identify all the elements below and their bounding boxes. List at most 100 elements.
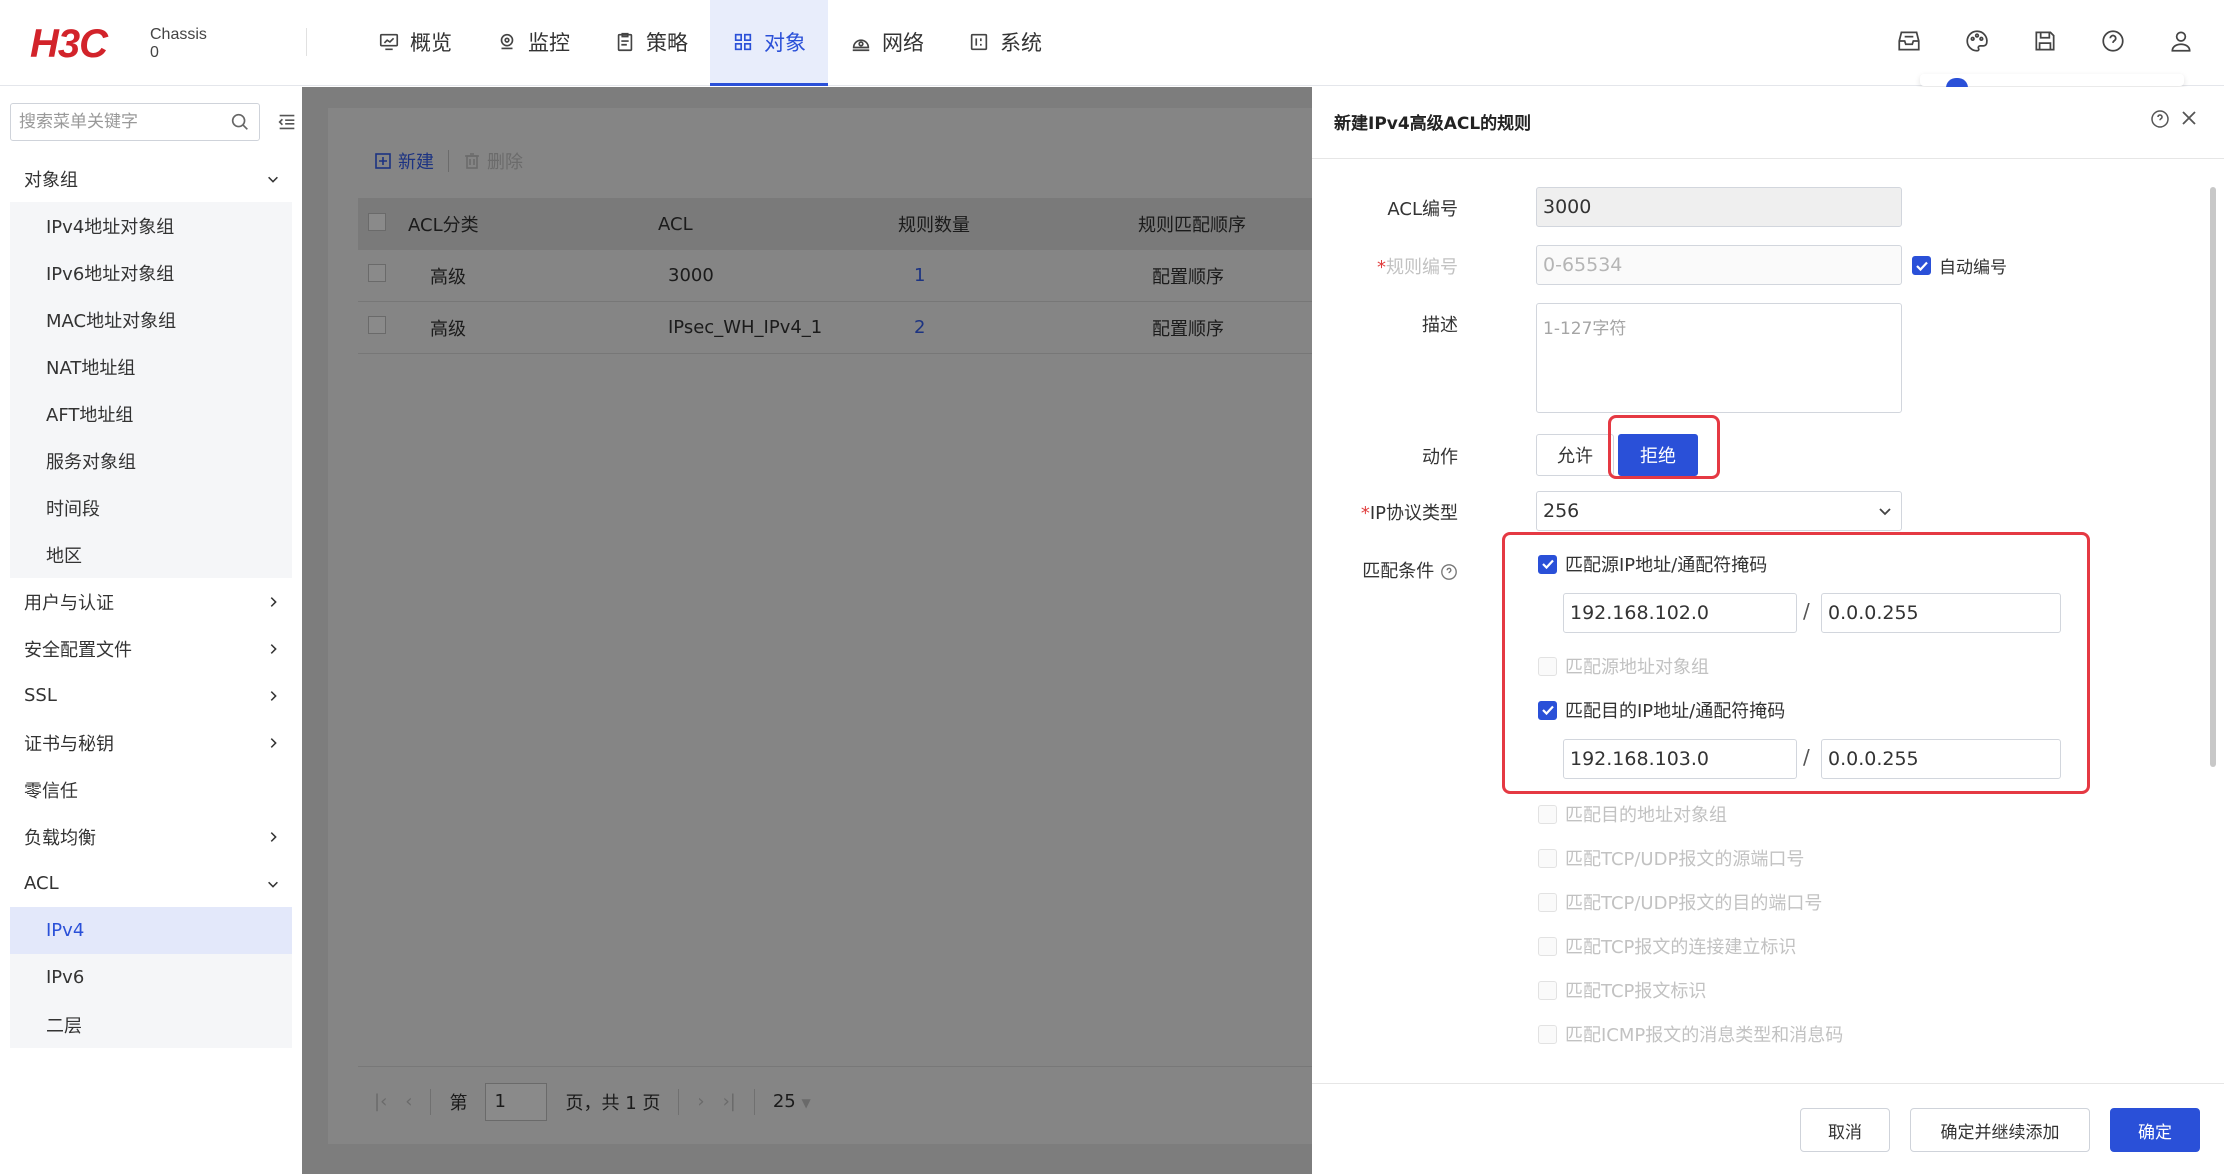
chevron-right-icon [270,831,277,842]
help-circle-icon[interactable] [1440,563,1458,581]
close-icon[interactable] [2180,109,2198,127]
acl-toolbar: 新建 删除 [374,148,523,174]
match-icmp-checkbox[interactable]: 匹配ICMP报文的消息类型和消息码 [1538,1021,1843,1047]
nav-policy[interactable]: 策略 [592,0,710,86]
menu-group-cert-key[interactable]: 证书与秘钥 [10,719,292,766]
nav-system[interactable]: 系统 [946,0,1064,86]
drawer-footer: 取消 确定并继续添加 确定 [1312,1083,2224,1174]
cell-rule-count-link[interactable]: 1 [898,265,1138,286]
chassis-label: Chassis 0 [150,26,207,61]
row-checkbox[interactable] [368,264,386,282]
palette-icon[interactable] [1964,28,1990,54]
new-button[interactable]: 新建 [374,148,434,174]
pager-prefix: 第 [449,1092,468,1114]
menu-item-mac-addr-group[interactable]: MAC地址对象组 [10,296,292,343]
menu-item-service-group[interactable]: 服务对象组 [10,437,292,484]
acl-number-field [1536,187,1902,227]
menu-item-acl-l2[interactable]: 二层 [10,1001,292,1048]
col-acl-type[interactable]: ACL分类 [408,211,658,237]
match-dst-port-checkbox[interactable]: 匹配TCP/UDP报文的目的端口号 [1538,889,1822,915]
nav-object[interactable]: 对象 [710,0,828,86]
prev-page-icon[interactable]: ‹ [405,1091,412,1112]
nav-overview[interactable]: 概览 [356,0,474,86]
protocol-select[interactable]: 256 [1536,491,1902,531]
src-mask-field[interactable] [1821,593,2061,633]
menu-group-user-auth[interactable]: 用户与认证 [10,578,292,625]
first-page-icon[interactable]: |‹ [374,1091,387,1112]
check-icon [1541,705,1554,716]
acl-table: ACL分类 ACL 规则数量 规则匹配顺序 高级 3000 1 配置顺序 高级 … [358,198,1312,354]
nav-network[interactable]: 网络 [828,0,946,86]
auto-number-checkbox[interactable]: 自动编号 [1912,253,2007,278]
action-deny-button[interactable]: 拒绝 [1618,434,1698,476]
pager-divider [430,1088,432,1115]
menu-search-input[interactable] [19,112,229,132]
menu-group-security-profile[interactable]: 安全配置文件 [10,625,292,672]
next-page-icon[interactable]: › [697,1091,704,1112]
confirm-button[interactable]: 确定 [2110,1108,2200,1152]
src-ip-field[interactable] [1563,593,1797,633]
menu-item-region[interactable]: 地区 [10,531,292,578]
select-all-checkbox[interactable] [368,212,386,231]
cell-rule-count-link[interactable]: 2 [898,317,1138,338]
dst-mask-field[interactable] [1821,739,2061,779]
rule-number-field[interactable] [1536,245,1902,285]
match-src-ip-checkbox[interactable]: 匹配源IP地址/通配符掩码 [1538,551,1767,577]
menu-group-load-balance[interactable]: 负载均衡 [10,813,292,860]
protocol-label: *IP协议类型 [1360,503,1458,524]
save-icon[interactable] [2032,28,2058,54]
help-circle-icon[interactable] [2150,109,2170,129]
menu-group-object-group[interactable]: 对象组 [10,155,292,202]
page-number-input[interactable] [485,1082,548,1121]
drawer-scrollbar[interactable] [2210,187,2216,767]
menu-group-acl[interactable]: ACL [10,860,292,907]
match-tcp-established-checkbox[interactable]: 匹配TCP报文的连接建立标识 [1538,933,1796,959]
dst-ip-field[interactable] [1563,739,1797,779]
menu-item-aft-addr-group[interactable]: AFT地址组 [10,390,292,437]
last-page-icon[interactable]: ›| [723,1091,736,1112]
menu-item-time-range[interactable]: 时间段 [10,484,292,531]
delete-button[interactable]: 删除 [463,148,523,174]
menu-group-ssl[interactable]: SSL [10,672,292,719]
description-field[interactable] [1536,303,1902,413]
menu-sub-acl: IPv4 IPv6 二层 [10,907,292,1048]
menu-item-nat-addr-group[interactable]: NAT地址组 [10,343,292,390]
menu-item-acl-ipv4[interactable]: IPv4 [10,907,292,954]
collapse-menu-icon[interactable] [276,111,298,133]
cell-acl-type: 高级 [430,318,466,340]
table-row[interactable]: 高级 3000 1 配置顺序 [358,250,1312,302]
match-src-port-checkbox[interactable]: 匹配TCP/UDP报文的源端口号 [1538,845,1804,871]
page-size-select[interactable]: 25 ▼ [773,1091,811,1112]
plus-square-icon [375,153,391,169]
inbox-icon[interactable] [1896,28,1922,54]
user-icon[interactable] [2168,28,2194,54]
help-icon[interactable] [2100,28,2126,54]
match-tcp-flag-checkbox[interactable]: 匹配TCP报文标识 [1538,977,1706,1003]
menu-item-acl-ipv6[interactable]: IPv6 [10,954,292,1001]
search-icon[interactable] [229,111,251,133]
logo-divider [306,28,307,56]
trash-icon [465,153,479,169]
match-condition-label: 匹配条件 [1258,557,1458,583]
match-src-obj-checkbox[interactable]: 匹配源地址对象组 [1538,653,1709,679]
menu-item-ipv4-addr-group[interactable]: IPv4地址对象组 [10,202,292,249]
nav-monitor[interactable]: 监控 [474,0,592,86]
menu-item-zero-trust[interactable]: 零信任 [10,766,292,813]
cancel-button[interactable]: 取消 [1800,1108,1890,1152]
cell-acl-type: 高级 [430,266,466,288]
drawer-title: 新建IPv4高级ACL的规则 [1334,114,1532,134]
action-allow-button[interactable]: 允许 [1536,434,1614,476]
menu-search[interactable] [10,103,260,141]
chevron-right-icon [270,596,277,607]
menu-item-ipv6-addr-group[interactable]: IPv6地址对象组 [10,249,292,296]
match-dst-obj-checkbox[interactable]: 匹配目的地址对象组 [1538,801,1727,827]
pager-divider [678,1088,680,1115]
table-row[interactable]: 高级 IPsec_WH_IPv4_1 2 配置顺序 [358,302,1312,354]
col-acl[interactable]: ACL [658,214,898,235]
grid-icon [734,33,752,50]
match-dst-ip-checkbox[interactable]: 匹配目的IP地址/通配符掩码 [1538,697,1785,723]
confirm-and-continue-button[interactable]: 确定并继续添加 [1910,1108,2090,1152]
col-rule-count[interactable]: 规则数量 [898,211,1138,237]
row-checkbox[interactable] [368,316,386,334]
h3c-logo[interactable]: H3C [30,22,108,67]
